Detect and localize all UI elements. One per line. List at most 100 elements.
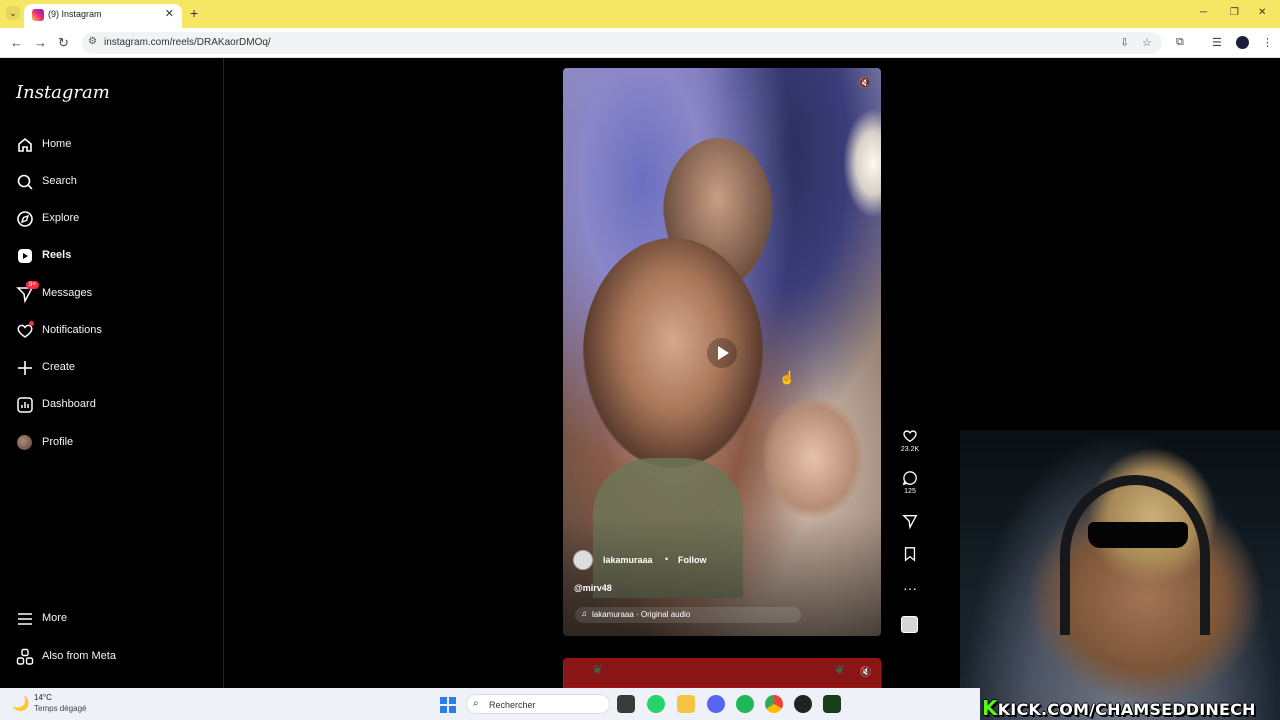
spotify-app-icon[interactable]: [736, 695, 754, 713]
avatar[interactable]: [573, 550, 593, 570]
mute-icon[interactable]: 🔇: [859, 78, 871, 89]
messages-badge: 9+: [26, 281, 39, 289]
file-manager-app-icon[interactable]: [617, 695, 635, 713]
video-hand: [763, 398, 863, 518]
dashboard-icon: [17, 397, 33, 413]
sidebar-item-label: Home: [42, 138, 72, 150]
windows-start-icon[interactable]: [440, 697, 456, 713]
audio-thumbnail[interactable]: [901, 616, 918, 633]
windows-taskbar: 🌙 14°C Temps dégagé ⌕ Rechercher: [0, 688, 980, 720]
sidebar-item-more[interactable]: More: [16, 609, 206, 629]
mouse-cursor-icon: ☝: [779, 370, 796, 385]
sidebar-item-reels[interactable]: Reels: [16, 246, 206, 266]
save-button[interactable]: [898, 546, 922, 562]
sidebar: Instagram Home Search Explore Reels 9+ M…: [0, 58, 224, 688]
sidebar-item-create[interactable]: Create: [16, 358, 206, 378]
next-reel-preview[interactable]: ❦ ❦ 🔇: [563, 658, 881, 688]
comment-button[interactable]: 125: [898, 470, 922, 495]
sunglasses: [1088, 522, 1188, 548]
minimize-icon[interactable]: ─: [1200, 7, 1207, 18]
share-icon: [902, 515, 918, 529]
comment-count: 125: [904, 488, 916, 495]
sidebar-item-profile[interactable]: Profile: [16, 433, 206, 453]
address-bar-row: ← → ↻ ⚙ instagram.com/reels/DRAKaorDMOq/…: [0, 28, 1280, 58]
kick-url: KICK.COM/CHAMSEDDINECH: [997, 700, 1256, 719]
reel-video[interactable]: 🔇 ☝ lakamuraaa • Follow @mirv48 ♫ lakamu…: [563, 68, 881, 636]
more-options-button[interactable]: ···: [898, 580, 922, 596]
sidebar-item-label: Messages: [42, 287, 93, 299]
sidebar-item-also-from-meta[interactable]: Also from Meta: [16, 647, 206, 667]
browser-tab[interactable]: (9) Instagram ✕: [24, 4, 182, 28]
url-text[interactable]: instagram.com/reels/DRAKaorDMOq/: [104, 37, 271, 48]
sidebar-item-home[interactable]: Home: [16, 135, 206, 155]
bookmark-icon: [904, 547, 916, 562]
browser-profile-avatar[interactable]: [1236, 36, 1249, 49]
url-field[interactable]: ⚙ instagram.com/reels/DRAKaorDMOq/ ⇩ ☆: [82, 32, 1162, 54]
compass-icon: [17, 211, 33, 227]
media-control-icon[interactable]: ☰: [1212, 36, 1222, 49]
browser-menu-icon[interactable]: ⋮: [1262, 36, 1273, 49]
menu-icon: [18, 613, 32, 625]
share-button[interactable]: [898, 513, 922, 529]
sidebar-item-label: Notifications: [42, 324, 102, 336]
reload-icon[interactable]: ↻: [58, 35, 69, 51]
instagram-logo[interactable]: Instagram: [16, 82, 110, 103]
whatsapp-app-icon[interactable]: [647, 695, 665, 713]
like-button[interactable]: 23.2K: [898, 428, 922, 453]
streaming-app-icon[interactable]: [823, 695, 841, 713]
mute-icon[interactable]: 🔇: [860, 667, 872, 678]
new-tab-button[interactable]: +: [190, 5, 198, 21]
install-app-icon[interactable]: ⇩: [1120, 36, 1129, 49]
sidebar-item-label: Explore: [42, 212, 80, 224]
extensions-icon[interactable]: ⧉: [1176, 36, 1184, 49]
video-lamp: [843, 108, 881, 218]
site-info-icon[interactable]: ⚙: [88, 36, 97, 47]
sidebar-item-label: Also from Meta: [42, 650, 116, 662]
taskbar-search-placeholder: Rechercher: [489, 700, 536, 710]
sidebar-item-label: Profile: [42, 436, 74, 448]
sidebar-item-search[interactable]: Search: [16, 172, 206, 192]
separator-dot: •: [665, 554, 669, 564]
tab-close-icon[interactable]: ✕: [165, 7, 174, 20]
moon-weather-icon[interactable]: 🌙: [12, 695, 29, 712]
like-count: 23.2K: [900, 446, 920, 453]
sidebar-item-notifications[interactable]: Notifications: [16, 321, 206, 341]
window-close-icon[interactable]: ✕: [1258, 7, 1266, 18]
bookmark-star-icon[interactable]: ☆: [1142, 36, 1152, 49]
back-icon[interactable]: ←: [10, 35, 23, 50]
notification-dot: [29, 321, 34, 326]
tab-title: (9) Instagram: [48, 9, 102, 19]
play-button[interactable]: [707, 338, 737, 368]
reel-caption[interactable]: @mirv48: [574, 583, 612, 593]
follow-button[interactable]: Follow: [678, 555, 707, 565]
plus-icon: [18, 361, 32, 375]
weather-description[interactable]: Temps dégagé: [34, 704, 86, 713]
reel-username[interactable]: lakamuraaa: [603, 555, 653, 565]
sidebar-item-label: Dashboard: [42, 398, 96, 410]
meta-apps-icon: [16, 648, 34, 665]
kick-watermark: KKICK.COM/CHAMSEDDINECH: [982, 696, 1256, 720]
instagram-favicon-icon: [32, 9, 44, 21]
folder-app-icon[interactable]: [677, 695, 695, 713]
audio-label: lakamuraaa · Original audio: [592, 610, 691, 619]
chrome-app-icon[interactable]: [765, 695, 783, 713]
obs-app-icon[interactable]: [794, 695, 812, 713]
comment-icon: [902, 471, 917, 486]
sidebar-item-dashboard[interactable]: Dashboard: [16, 395, 206, 415]
heart-icon: [903, 430, 917, 443]
restore-icon[interactable]: ❐: [1230, 7, 1239, 18]
audio-pill[interactable]: ♫ lakamuraaa · Original audio: [575, 607, 801, 623]
reel-author-row: lakamuraaa • Follow: [573, 550, 873, 570]
tab-search-button[interactable]: ⌄: [6, 6, 20, 20]
taskbar-search[interactable]: ⌕ Rechercher: [466, 694, 610, 714]
weather-temperature[interactable]: 14°C: [34, 693, 52, 702]
sidebar-item-messages[interactable]: 9+ Messages: [16, 281, 206, 304]
avatar: [17, 435, 32, 450]
reels-icon: [18, 249, 32, 263]
discord-app-icon[interactable]: [707, 695, 725, 713]
sidebar-item-label: Reels: [42, 249, 72, 261]
browser-tab-strip: ⌄ (9) Instagram ✕ + ─ ❐ ✕: [0, 0, 1280, 28]
sidebar-item-explore[interactable]: Explore: [16, 209, 206, 229]
forward-icon[interactable]: →: [34, 35, 47, 50]
webcam-overlay: [960, 430, 1280, 720]
